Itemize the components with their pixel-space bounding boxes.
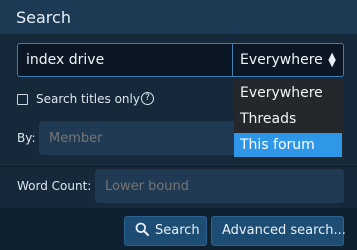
word-count-label: Word Count: xyxy=(17,179,92,193)
dropdown-option-everywhere[interactable]: Everywhere xyxy=(234,81,342,105)
titles-only-checkbox[interactable] xyxy=(17,94,28,105)
help-icon[interactable]: ? xyxy=(141,92,154,105)
advanced-search-label: Advanced search... xyxy=(222,223,346,238)
search-scope-select[interactable]: Everywhere ▲ ▼ xyxy=(233,43,344,77)
member-input[interactable] xyxy=(39,121,239,155)
search-scope-value: Everywhere xyxy=(240,52,323,68)
word-count-lower-input[interactable] xyxy=(95,169,344,203)
dropdown-option-threads[interactable]: Threads xyxy=(234,107,342,131)
search-button-label: Search xyxy=(155,223,200,238)
advanced-search-button[interactable]: Advanced search... xyxy=(211,216,346,246)
dropdown-option-this-forum[interactable]: This forum xyxy=(234,133,342,157)
panel-footer: Search Advanced search... xyxy=(0,208,357,250)
scope-dropdown-menu: Everywhere Threads This forum xyxy=(234,80,344,160)
search-panel: Search Everywhere ▲▼ Search titles only … xyxy=(0,0,357,250)
section-divider xyxy=(0,166,357,167)
by-label: By: xyxy=(17,131,36,145)
search-icon xyxy=(135,219,149,247)
titles-only-label: Search titles only xyxy=(36,92,140,106)
search-row: Everywhere ▲▼ xyxy=(17,43,344,77)
search-input[interactable] xyxy=(17,43,233,77)
panel-header: Search xyxy=(0,0,357,34)
select-arrows-icon: ▲ ▼ xyxy=(328,51,336,69)
panel-title: Search xyxy=(16,8,71,27)
search-button[interactable]: Search xyxy=(124,216,207,246)
